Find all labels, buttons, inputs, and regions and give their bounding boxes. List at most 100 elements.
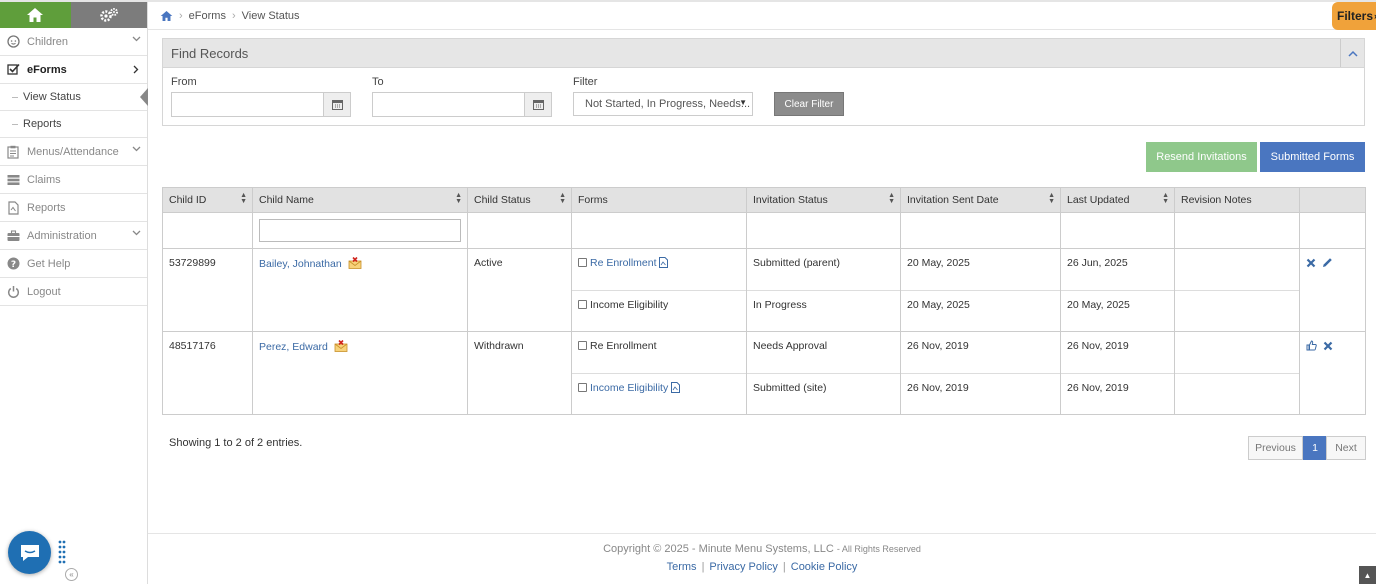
form-link[interactable]: Income Eligibility bbox=[590, 382, 668, 394]
child-id-cell: 53729899 bbox=[162, 248, 253, 332]
sort-icon: ▲ ▼ bbox=[240, 192, 247, 205]
filter-cell bbox=[467, 212, 572, 249]
previous-page-button[interactable]: Previous bbox=[1248, 436, 1303, 460]
settings-button[interactable] bbox=[70, 2, 147, 28]
column-header-child-id[interactable]: Child ID ▲ ▼ bbox=[162, 187, 253, 213]
sidebar-item-children[interactable]: Children bbox=[0, 28, 147, 56]
from-calendar-button[interactable] bbox=[323, 93, 350, 116]
scroll-to-top-button[interactable]: ▲ bbox=[1359, 566, 1376, 584]
sidebar-item-menus-attendance[interactable]: Menus/Attendance bbox=[0, 138, 147, 166]
pagination: Previous 1 Next bbox=[1248, 436, 1366, 460]
next-page-button[interactable]: Next bbox=[1326, 436, 1366, 460]
column-header-last-updated[interactable]: Last Updated ▲ ▼ bbox=[1060, 187, 1175, 213]
row-actions-cell bbox=[1299, 248, 1366, 332]
svg-text:?: ? bbox=[10, 260, 15, 270]
sidebar-item-label: Reports bbox=[27, 201, 66, 214]
sidebar-item-reports[interactable]: Reports bbox=[0, 194, 147, 222]
to-date-input[interactable] bbox=[372, 92, 552, 117]
form-checkbox[interactable] bbox=[578, 341, 587, 350]
table-row: 48517176 Perez, Edward Withdrawn Re Enro… bbox=[162, 331, 1366, 415]
child-id-cell: 48517176 bbox=[162, 331, 253, 415]
submitted-forms-button[interactable]: Submitted Forms bbox=[1260, 142, 1365, 172]
filter-cell bbox=[1174, 212, 1300, 249]
header-label: Invitation Status bbox=[753, 194, 828, 206]
invitation-sent-cell: 20 May, 2025 20 May, 2025 bbox=[900, 248, 1061, 332]
column-header-child-name[interactable]: Child Name ▲ ▼ bbox=[252, 187, 468, 213]
invitation-status: Submitted (site) bbox=[747, 373, 900, 414]
filter-cell bbox=[1060, 212, 1175, 249]
form-entry: Re Enrollment bbox=[572, 249, 746, 290]
breadcrumb-eforms[interactable]: eForms bbox=[189, 10, 226, 22]
terms-link[interactable]: Terms bbox=[667, 561, 697, 573]
form-name: Income Eligibility bbox=[590, 299, 669, 311]
close-icon[interactable] bbox=[1323, 341, 1333, 351]
footer-divider bbox=[148, 533, 1376, 534]
forms-cell: Re Enrollment Income Eligibility bbox=[571, 331, 747, 415]
invitation-status: In Progress bbox=[747, 290, 900, 331]
invitation-sent-cell: 26 Nov, 2019 26 Nov, 2019 bbox=[900, 331, 1061, 415]
pdf-file-icon[interactable] bbox=[671, 382, 681, 393]
header-label: Child Status bbox=[474, 194, 531, 206]
header-label: Revision Notes bbox=[1181, 194, 1252, 206]
sidebar-item-eforms[interactable]: eForms bbox=[0, 56, 147, 84]
home-icon[interactable] bbox=[160, 10, 173, 22]
collapse-sidebar-button[interactable]: « bbox=[65, 568, 78, 581]
updated-date: 20 May, 2025 bbox=[1061, 290, 1174, 331]
sidebar-top-bar bbox=[0, 2, 147, 28]
form-link[interactable]: Re Enrollment bbox=[590, 257, 657, 269]
cookie-policy-link[interactable]: Cookie Policy bbox=[791, 561, 858, 573]
sidebar-subitem-reports[interactable]: Reports bbox=[0, 111, 147, 138]
sent-date: 26 Nov, 2019 bbox=[901, 373, 1060, 414]
breadcrumb-separator: › bbox=[231, 9, 236, 22]
double-chevron-left-icon: « bbox=[69, 570, 74, 579]
filter-label: Filter bbox=[573, 76, 598, 88]
page-1-button[interactable]: 1 bbox=[1303, 436, 1327, 460]
close-icon[interactable] bbox=[1306, 258, 1316, 268]
filters-tab[interactable]: Filters» bbox=[1332, 2, 1376, 30]
sidebar-item-get-help[interactable]: ? Get Help bbox=[0, 250, 147, 278]
column-header-child-status[interactable]: Child Status ▲ ▼ bbox=[467, 187, 572, 213]
sort-icon: ▲ ▼ bbox=[559, 192, 566, 205]
checkbox-icon bbox=[6, 63, 20, 77]
resend-invitations-button[interactable]: Resend Invitations bbox=[1146, 142, 1257, 172]
child-name-link[interactable]: Perez, Edward bbox=[259, 341, 328, 353]
to-calendar-button[interactable] bbox=[524, 93, 551, 116]
thumbs-up-icon[interactable] bbox=[1306, 340, 1317, 351]
filter-selected-value: Not Started, In Progress, Needs... bbox=[585, 98, 751, 110]
mail-error-icon[interactable] bbox=[334, 339, 348, 352]
table-filter-row bbox=[162, 212, 1366, 249]
chevron-up-icon bbox=[1347, 50, 1358, 57]
sidebar-item-logout[interactable]: Logout bbox=[0, 278, 147, 306]
entries-summary: Showing 1 to 2 of 2 entries. bbox=[169, 437, 303, 449]
sidebar-subitem-view-status[interactable]: View Status bbox=[0, 84, 148, 111]
form-checkbox[interactable] bbox=[578, 300, 587, 309]
column-header-invitation-status[interactable]: Invitation Status ▲ ▼ bbox=[746, 187, 901, 213]
calendar-icon bbox=[532, 100, 544, 110]
chat-button[interactable] bbox=[8, 531, 51, 574]
form-checkbox[interactable] bbox=[578, 258, 587, 267]
sidebar-item-label: Claims bbox=[27, 173, 61, 186]
form-entry: Income Eligibility bbox=[572, 290, 746, 331]
sidebar-item-claims[interactable]: Claims bbox=[0, 166, 147, 194]
sidebar-item-administration[interactable]: Administration bbox=[0, 222, 147, 250]
child-name-filter-input[interactable] bbox=[259, 219, 461, 242]
clear-filter-button[interactable]: Clear Filter bbox=[774, 92, 844, 116]
column-header-revision-notes: Revision Notes bbox=[1174, 187, 1300, 213]
breadcrumb-separator: › bbox=[179, 9, 183, 22]
copyright-text: Copyright © 2025 - Minute Menu Systems, … bbox=[603, 543, 834, 555]
home-button[interactable] bbox=[0, 2, 71, 28]
drag-handle-icon[interactable] bbox=[58, 540, 66, 564]
form-checkbox[interactable] bbox=[578, 383, 587, 392]
find-records-header: Find Records bbox=[163, 39, 1364, 68]
pencil-icon[interactable] bbox=[1322, 257, 1333, 268]
pdf-file-icon[interactable] bbox=[659, 257, 669, 268]
collapse-panel-button[interactable] bbox=[1340, 39, 1364, 67]
from-date-input[interactable] bbox=[171, 92, 351, 117]
sidebar-item-label: Menus/Attendance bbox=[27, 145, 119, 158]
mail-error-icon[interactable] bbox=[348, 256, 362, 269]
privacy-policy-link[interactable]: Privacy Policy bbox=[709, 561, 777, 573]
filter-select[interactable]: Not Started, In Progress, Needs... ▼ bbox=[573, 92, 753, 116]
sidebar: Children eForms View Status Reports Menu… bbox=[0, 2, 148, 584]
column-header-invitation-sent-date[interactable]: Invitation Sent Date ▲ ▼ bbox=[900, 187, 1061, 213]
child-name-link[interactable]: Bailey, Johnathan bbox=[259, 258, 342, 270]
